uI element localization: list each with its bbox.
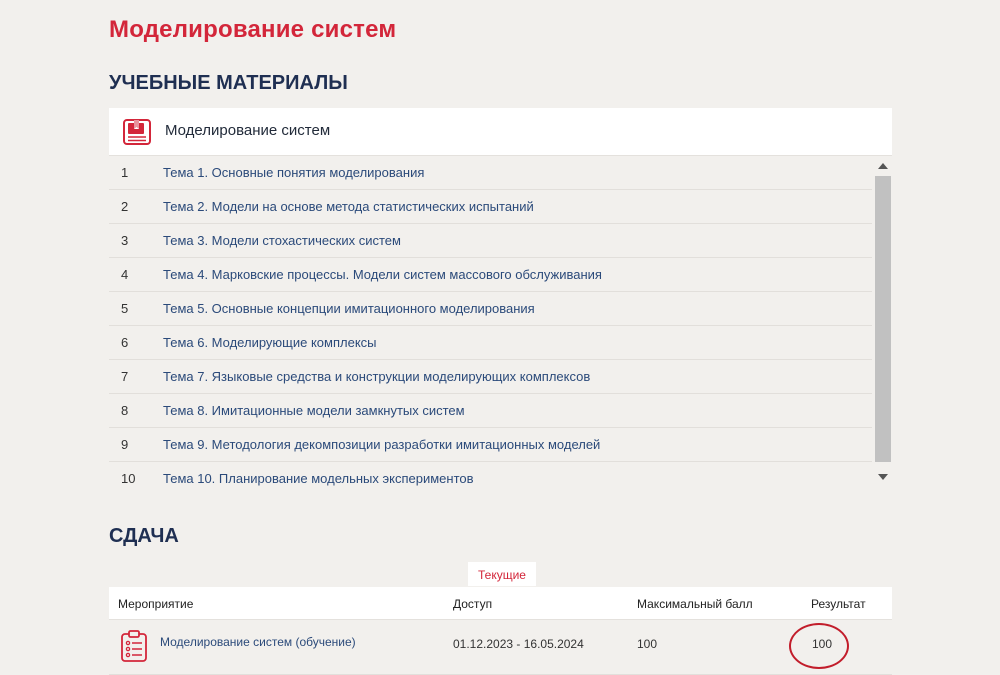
topic-list: 1 Тема 1. Основные понятия моделирования … (109, 156, 872, 495)
topic-link[interactable]: Тема 2. Модели на основе метода статисти… (163, 199, 534, 214)
scrollbar-thumb[interactable] (875, 176, 891, 462)
column-header-max-score: Максимальный балл (637, 597, 753, 611)
topic-link[interactable]: Тема 5. Основные концепции имитационного… (163, 301, 535, 316)
column-header-event: Мероприятие (118, 597, 194, 611)
topic-row[interactable]: 8 Тема 8. Имитационные модели замкнутых с… (109, 394, 872, 428)
topic-number: 3 (121, 233, 129, 248)
max-score-value: 100 (637, 637, 658, 651)
event-link[interactable]: Моделирование систем (обучение) (160, 635, 356, 649)
topic-list-scrollbar[interactable] (874, 156, 892, 488)
topic-row[interactable]: 9 Тема 9. Методология декомпозиции разраб… (109, 428, 872, 462)
topic-number: 7 (121, 369, 129, 384)
sdacha-section-title: СДАЧА (109, 525, 179, 547)
topic-number: 9 (121, 437, 129, 452)
topic-link[interactable]: Тема 9. Методология декомпозиции разрабо… (163, 437, 600, 452)
page-title: Моделирование систем (109, 16, 397, 43)
clipboard-list-icon (121, 630, 147, 662)
topic-number: 1 (121, 165, 129, 180)
topic-row[interactable]: 1 Тема 1. Основные понятия моделирования (109, 156, 872, 190)
topic-row[interactable]: 5 Тема 5. Основные концепции имитационног… (109, 292, 872, 326)
table-row[interactable]: Моделирование систем (обучение) 01.12.20… (109, 620, 892, 675)
topic-row[interactable]: 6 Тема 6. Моделирующие комплексы (109, 326, 872, 360)
result-highlight-circle (789, 623, 849, 669)
topic-link[interactable]: Тема 4. Марковские процессы. Модели сист… (163, 267, 602, 282)
scroll-down-arrow-icon[interactable] (878, 474, 888, 480)
topic-link[interactable]: Тема 3. Модели стохастических систем (163, 233, 401, 248)
topic-row[interactable]: 3 Тема 3. Модели стохастических систем (109, 224, 872, 258)
topic-link[interactable]: Тема 1. Основные понятия моделирования (163, 165, 424, 180)
topic-link[interactable]: Тема 10. Планирование модельных эксперим… (163, 471, 474, 486)
column-header-access: Доступ (453, 597, 493, 611)
topic-number: 10 (121, 471, 136, 486)
tab-current[interactable]: Текущие (468, 562, 536, 586)
topic-row[interactable]: 7 Тема 7. Языковые средства и конструкции… (109, 360, 872, 394)
topic-link[interactable]: Тема 8. Имитационные модели замкнутых си… (163, 403, 465, 418)
column-header-result: Результат (811, 597, 866, 611)
course-card-title: Моделирование систем (165, 122, 331, 139)
table-header: Мероприятие Доступ Максимальный балл Рез… (109, 587, 892, 620)
topic-number: 2 (121, 199, 129, 214)
book-icon (123, 119, 151, 145)
topic-link[interactable]: Тема 7. Языковые средства и конструкции … (163, 369, 590, 384)
access-dates: 01.12.2023 - 16.05.2024 (453, 637, 584, 651)
topic-number: 6 (121, 335, 129, 350)
course-card-header[interactable]: Моделирование систем (109, 108, 892, 156)
scroll-up-arrow-icon[interactable] (878, 163, 888, 169)
topic-row[interactable]: 2 Тема 2. Модели на основе метода статист… (109, 190, 872, 224)
materials-section-title: УЧЕБНЫЕ МАТЕРИАЛЫ (109, 72, 348, 94)
topic-row[interactable]: 10 Тема 10. Планирование модельных экспер… (109, 462, 872, 495)
topic-number: 5 (121, 301, 129, 316)
topic-row[interactable]: 4 Тема 4. Марковские процессы. Модели сис… (109, 258, 872, 292)
topic-number: 8 (121, 403, 129, 418)
topic-link[interactable]: Тема 6. Моделирующие комплексы (163, 335, 377, 350)
topic-number: 4 (121, 267, 129, 282)
